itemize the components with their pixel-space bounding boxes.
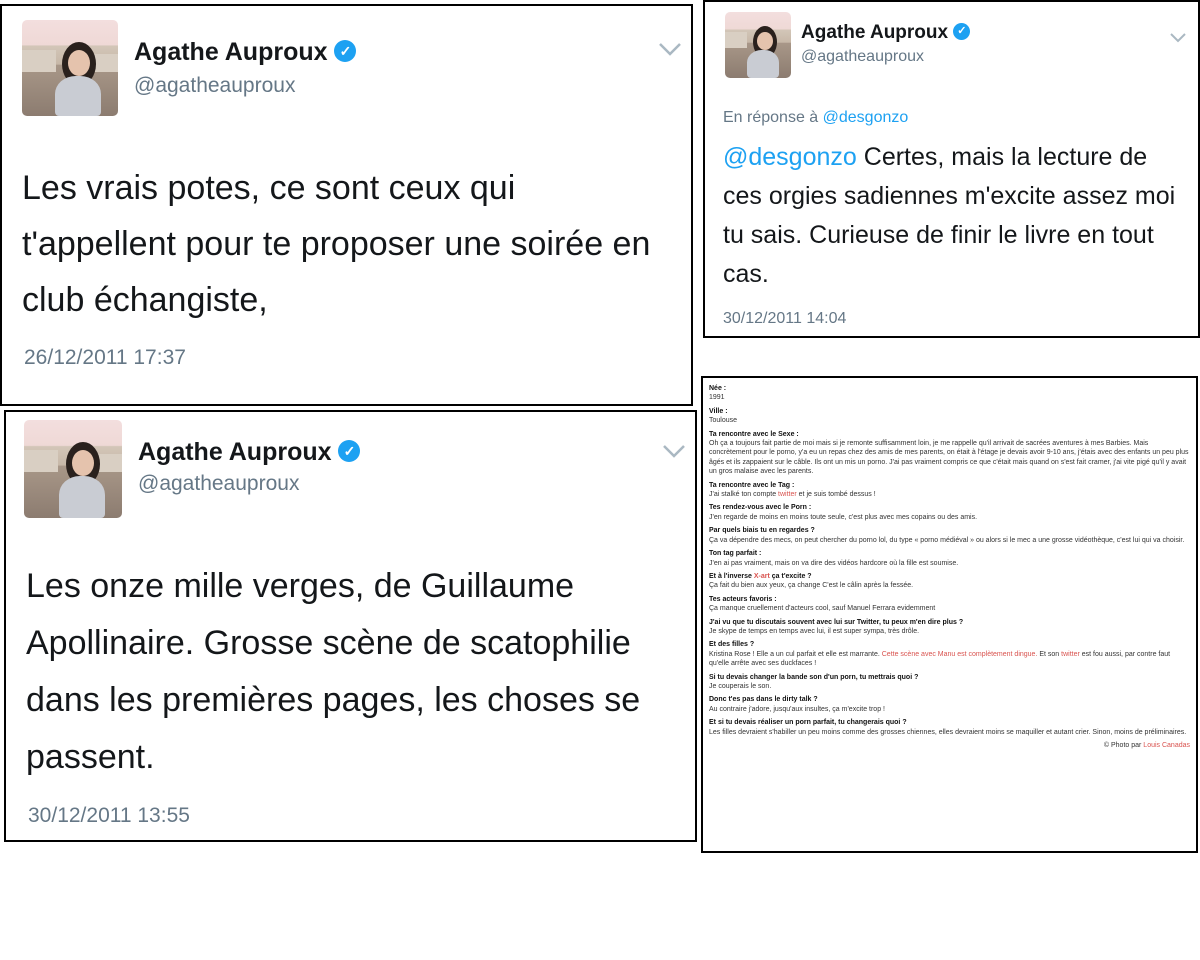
display-name[interactable]: Agathe Auproux ✓ xyxy=(134,38,357,67)
interview-answer: Les filles devraient s'habiller un peu m… xyxy=(709,728,1187,736)
interview-answer: Oh ça a toujours fait partie de moi mais… xyxy=(709,440,1189,476)
avatar[interactable] xyxy=(24,420,122,518)
interview-question: Née : xyxy=(709,385,727,392)
avatar[interactable] xyxy=(22,20,118,116)
photographer-link[interactable]: Louis Canadas xyxy=(1143,742,1190,749)
twitter-link[interactable]: twitter xyxy=(1061,651,1080,658)
interview-answer: Ça fait du bien aux yeux, ça change C'es… xyxy=(709,582,914,590)
tweet-text: @desgonzo Certes, mais la lecture de ces… xyxy=(723,138,1185,294)
interview-answer: J'ai stalké ton compte twitter et je sui… xyxy=(709,490,1190,499)
interview-answer: Toulouse xyxy=(709,417,738,425)
interview-question: J'ai vu que tu discutais souvent avec lu… xyxy=(709,618,964,626)
interview-answer: Ça va dépendre des mecs, on peut cherche… xyxy=(709,536,1185,544)
interview-question: Ton tag parfait : xyxy=(709,550,762,558)
verified-check-icon: ✓ xyxy=(334,40,357,63)
chevron-down-icon[interactable] xyxy=(1169,30,1187,48)
interview-panel: Née : 1991 Ville : Toulouse Ta rencontre… xyxy=(701,376,1198,853)
interview-answer: Je skype de temps en temps avec lui, il … xyxy=(709,627,920,635)
answer-text: Et son xyxy=(1037,650,1062,658)
interview-question: Et à l'inverse X-art ça t'excite ? xyxy=(709,572,1190,581)
interview-question: Par quels biais tu en regardes ? xyxy=(709,527,815,535)
tweet-timestamp[interactable]: 26/12/2011 17:37 xyxy=(24,346,186,370)
tweet-text: Les onze mille verges, de Guillaume Apol… xyxy=(26,567,641,776)
display-name[interactable]: Agathe Auproux ✓ xyxy=(801,22,971,44)
interview-content: Née : 1991 Ville : Toulouse Ta rencontre… xyxy=(709,384,1190,750)
twitter-link[interactable]: twitter xyxy=(778,491,797,498)
verified-check-icon: ✓ xyxy=(338,440,361,463)
interview-answer: Kristina Rose ! Elle a un cul parfait et… xyxy=(709,650,1190,669)
tweet-timestamp[interactable]: 30/12/2011 13:55 xyxy=(28,804,190,828)
interview-question: Et des filles ? xyxy=(709,641,755,649)
verified-check-icon: ✓ xyxy=(953,23,971,41)
avatar[interactable] xyxy=(725,12,791,78)
reply-mention-link[interactable]: @desgonzo xyxy=(823,109,909,126)
answer-text: et je suis tombé dessus ! xyxy=(796,491,876,499)
interview-question: Tes acteurs favoris : xyxy=(709,595,777,603)
username-handle[interactable]: @agatheauproux xyxy=(134,74,295,98)
xart-link[interactable]: X-art xyxy=(754,573,770,580)
interview-question: Ta rencontre avec le Tag : xyxy=(709,481,795,489)
interview-question: Ville : xyxy=(709,407,728,415)
interview-answer: 1991 xyxy=(709,394,725,402)
interview-answer: Ça manque cruellement d'acteurs cool, sa… xyxy=(709,605,936,613)
chevron-down-icon[interactable] xyxy=(662,444,686,463)
scene-link[interactable]: Cette scène avec Manu est complètement d… xyxy=(882,651,1038,658)
tweet-text: Les vrais potes, ce sont ceux qui t'appe… xyxy=(22,169,651,319)
interview-question: Si tu devais changer la bande son d'un p… xyxy=(709,673,919,681)
reply-context: En réponse à @desgonzo xyxy=(723,109,908,127)
question-text: Et à l'inverse xyxy=(709,572,754,580)
tweet-panel-2: Agathe Auproux ✓ @agatheauproux En répon… xyxy=(703,0,1200,338)
display-name-text: Agathe Auproux xyxy=(134,38,328,66)
tweet-panel-3: Agathe Auproux ✓ @agatheauproux Les onze… xyxy=(4,410,697,842)
display-name[interactable]: Agathe Auproux ✓ xyxy=(138,438,361,467)
interview-answer: Je couperais le son. xyxy=(709,682,772,690)
display-name-text: Agathe Auproux xyxy=(801,22,949,43)
interview-answer: Au contraire j'adore, jusqu'aux insultes… xyxy=(709,705,885,713)
display-name-text: Agathe Auproux xyxy=(138,438,332,466)
question-text: ça t'excite ? xyxy=(769,572,812,580)
interview-question: Et si tu devais réaliser un porn parfait… xyxy=(709,719,907,727)
interview-question: Donc t'es pas dans le dirty talk ? xyxy=(709,696,818,704)
credit-text: © Photo par xyxy=(1103,742,1144,749)
chevron-down-icon[interactable] xyxy=(658,42,682,61)
photo-credit: © Photo par Louis Canadas xyxy=(709,741,1190,750)
interview-answer: J'en regarde de moins en moins toute seu… xyxy=(709,513,978,521)
interview-answer: J'en ai pas vraiment, mais on va dire de… xyxy=(709,559,959,567)
reply-prefix: En réponse à xyxy=(723,109,819,126)
tweet-timestamp[interactable]: 30/12/2011 14:04 xyxy=(723,310,846,328)
tweet-panel-1: Agathe Auproux ✓ @agatheauproux Les vrai… xyxy=(0,4,693,406)
mention-link[interactable]: @desgonzo xyxy=(723,143,857,171)
username-handle[interactable]: @agatheauproux xyxy=(801,48,924,66)
username-handle[interactable]: @agatheauproux xyxy=(138,472,299,496)
answer-text: Kristina Rose ! Elle a un cul parfait et… xyxy=(709,650,882,658)
interview-question: Tes rendez-vous avec le Porn : xyxy=(709,504,812,512)
answer-text: J'ai stalké ton compte xyxy=(709,491,779,499)
interview-question: Ta rencontre avec le Sexe : xyxy=(709,430,799,438)
